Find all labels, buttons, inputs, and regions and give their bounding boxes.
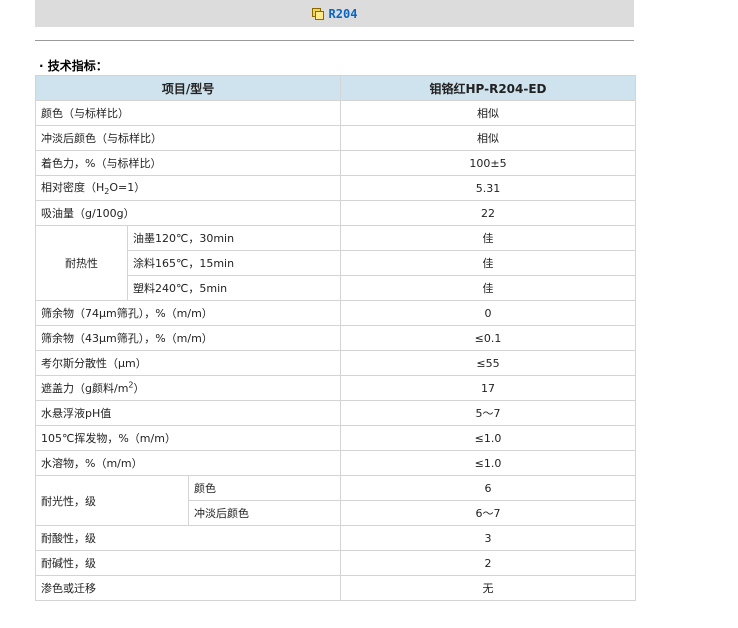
group-label-heat: 耐热性 bbox=[35, 225, 128, 301]
table-row: 耐光性，级 颜色 6 bbox=[35, 475, 637, 526]
row-value: ≤1.0 bbox=[340, 425, 637, 451]
row-value: 6～7 bbox=[340, 500, 637, 526]
row-value: 6 bbox=[340, 475, 637, 501]
row-label: 耐酸性，级 bbox=[34, 525, 342, 551]
row-value: ≤1.0 bbox=[340, 450, 637, 476]
row-label: 水溶物，%（m/m） bbox=[34, 450, 342, 476]
table-header-row: 项目/型号 钼铬红HP-R204-ED bbox=[34, 75, 637, 101]
group-label-light: 耐光性，级 bbox=[35, 475, 189, 526]
title-bar: R204 bbox=[35, 0, 634, 27]
sub-label: 涂料165℃，15min bbox=[126, 250, 342, 276]
row-value: 相似 bbox=[340, 125, 637, 151]
row-value: 佳 bbox=[340, 275, 637, 301]
table-row: 颜色（与标样比） 相似 bbox=[34, 100, 637, 126]
row-label: 着色力，%（与标样比） bbox=[34, 150, 342, 176]
table-row: 水悬浮液pH值 5～7 bbox=[34, 400, 637, 426]
table-row: 吸油量（g/100g） 22 bbox=[34, 200, 637, 226]
row-value: ≤0.1 bbox=[340, 325, 637, 351]
table-row: 耐酸性，级 3 bbox=[34, 525, 637, 551]
table-row: 着色力，%（与标样比） 100±5 bbox=[34, 150, 637, 176]
table-row: 相对密度（H2O=1） 5.31 bbox=[34, 175, 637, 201]
row-value: 5.31 bbox=[340, 175, 637, 201]
table-row: 水溶物，%（m/m） ≤1.0 bbox=[34, 450, 637, 476]
divider bbox=[35, 40, 634, 41]
document-stack-icon bbox=[311, 8, 324, 20]
row-label: 筛余物（43μm筛孔），%（m/m） bbox=[34, 325, 342, 351]
row-value: 佳 bbox=[340, 250, 637, 276]
row-value: 相似 bbox=[340, 100, 637, 126]
row-value: 无 bbox=[340, 575, 637, 601]
row-label: 冲淡后颜色（与标样比） bbox=[34, 125, 342, 151]
row-label: 渗色或迁移 bbox=[34, 575, 342, 601]
row-label: 吸油量（g/100g） bbox=[34, 200, 342, 226]
table-row: 遮盖力（g颜料/m2） 17 bbox=[34, 375, 637, 401]
row-label: 颜色（与标样比） bbox=[34, 100, 342, 126]
row-value: 100±5 bbox=[340, 150, 637, 176]
row-label: 水悬浮液pH值 bbox=[34, 400, 342, 426]
table-row: 冲淡后颜色（与标样比） 相似 bbox=[34, 125, 637, 151]
sub-label: 冲淡后颜色 bbox=[187, 500, 342, 526]
row-value: 5～7 bbox=[340, 400, 637, 426]
header-model: 钼铬红HP-R204-ED bbox=[340, 75, 637, 101]
row-value: 0 bbox=[340, 300, 637, 326]
row-value: 17 bbox=[340, 375, 637, 401]
table-row: 渗色或迁移 无 bbox=[34, 575, 637, 601]
sub-label: 颜色 bbox=[187, 475, 342, 501]
row-label: 考尔斯分散性（μm） bbox=[34, 350, 342, 376]
table-row: 105℃挥发物，%（m/m） ≤1.0 bbox=[34, 425, 637, 451]
row-label: 筛余物（74μm筛孔），%（m/m） bbox=[34, 300, 342, 326]
row-label: 耐碱性，级 bbox=[34, 550, 342, 576]
row-value: ≤55 bbox=[340, 350, 637, 376]
title-inner: R204 bbox=[311, 6, 358, 21]
header-item: 项目/型号 bbox=[34, 75, 342, 101]
row-label: 105℃挥发物，%（m/m） bbox=[34, 425, 342, 451]
row-value: 22 bbox=[340, 200, 637, 226]
product-code-title: R204 bbox=[328, 6, 358, 21]
spec-table: 项目/型号 钼铬红HP-R204-ED 颜色（与标样比） 相似 冲淡后颜色（与标… bbox=[34, 75, 637, 601]
sub-label: 油墨120℃，30min bbox=[126, 225, 342, 251]
row-value: 2 bbox=[340, 550, 637, 576]
table-row: 耐碱性，级 2 bbox=[34, 550, 637, 576]
table-row: 考尔斯分散性（μm） ≤55 bbox=[34, 350, 637, 376]
row-value: 佳 bbox=[340, 225, 637, 251]
row-value: 3 bbox=[340, 525, 637, 551]
row-label-hiding: 遮盖力（g颜料/m2） bbox=[34, 375, 342, 401]
sub-label: 塑料240℃，5min bbox=[126, 275, 342, 301]
table-row: 筛余物（74μm筛孔），%（m/m） 0 bbox=[34, 300, 637, 326]
table-row: 筛余物（43μm筛孔），%（m/m） ≤0.1 bbox=[34, 325, 637, 351]
section-title: · 技术指标： bbox=[39, 59, 108, 73]
row-label-density: 相对密度（H2O=1） bbox=[34, 175, 342, 201]
table-row: 耐热性 油墨120℃，30min 佳 bbox=[35, 225, 637, 301]
